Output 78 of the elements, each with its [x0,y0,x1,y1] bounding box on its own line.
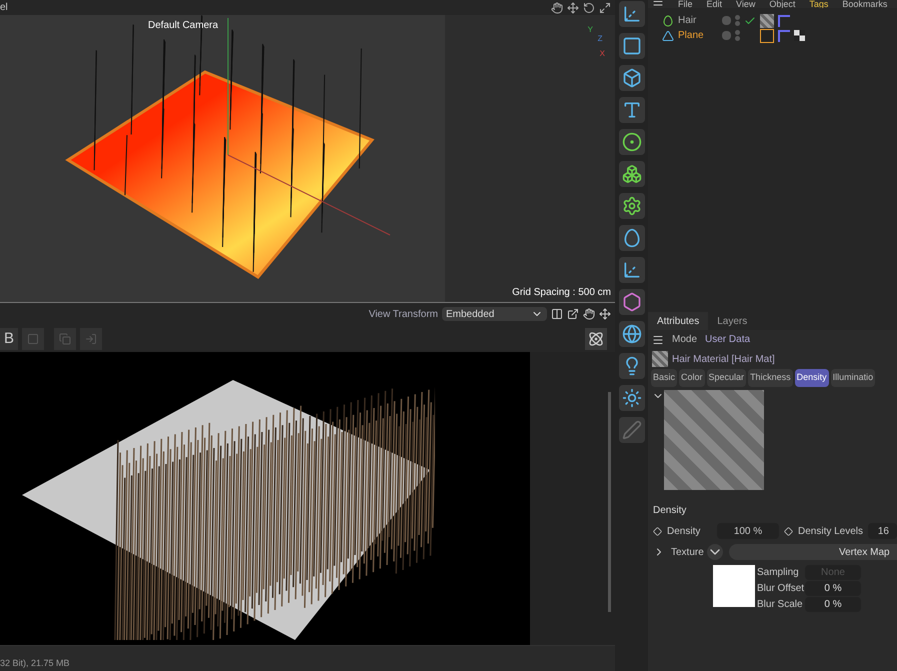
channel-tab[interactable]: Specular [706,369,746,387]
panel-tab[interactable]: Layers [708,312,756,330]
channel-tab[interactable]: Thickness [748,369,793,387]
material-tag-icon[interactable] [760,14,774,28]
axis-label: X [598,48,605,58]
view-transform-label: View Transform [368,308,438,322]
text-icon[interactable] [618,97,644,123]
plane-object-icon[interactable] [662,30,674,42]
menu-item[interactable]: File [678,0,693,8]
viewport-title: el [0,1,8,15]
view-transform-dropdown[interactable]: Embedded [442,307,547,321]
field-label: Blur Offset [757,582,805,596]
hair-object-icon[interactable] [662,14,674,26]
maximize-icon[interactable] [599,2,611,14]
field-label: Texture [671,546,701,560]
move-icon[interactable] [599,308,611,320]
checker-tag-icon[interactable] [794,30,805,41]
texture-field[interactable]: 0 % [805,581,861,596]
atom-icon[interactable] [585,328,607,350]
panel-tab[interactable]: Attributes [648,312,708,330]
density-field[interactable]: 100 % [717,523,779,539]
channel-tab[interactable]: Illuminatio [830,369,876,387]
shape-icon[interactable] [618,289,644,315]
grid-spacing-label: Grid Spacing : 500 cm [512,285,611,300]
channel-tab[interactable]: Basic [651,369,678,387]
material-icon [652,351,668,367]
axis-label: Y [588,25,594,34]
visibility-dots-icon[interactable] [735,30,740,41]
camera-label: Default Camera [148,19,218,33]
texture-tag-icon[interactable] [760,28,774,42]
axis-icon[interactable] [618,1,644,27]
object-name[interactable]: Hair [678,13,718,28]
texture-field[interactable]: 0 % [805,597,861,612]
axis-label: Z [596,34,604,43]
menu-item[interactable]: Bookmarks [842,0,888,8]
flag-tag-icon[interactable] [778,30,790,42]
gear-icon[interactable] [618,193,644,219]
split-icon[interactable] [551,308,563,320]
field-label: Sampling [757,566,800,580]
texture-preview [713,565,755,607]
density-levels-field[interactable]: 16 [868,523,897,539]
external-icon[interactable] [567,308,579,320]
section-title: Density [653,504,688,518]
enabled-check-icon[interactable] [744,14,756,26]
keyframe-icon[interactable] [784,526,793,536]
rotate-icon[interactable] [583,2,595,14]
hand-icon[interactable] [583,308,595,320]
egg-icon[interactable] [618,225,644,251]
channel-tab[interactable]: Color [679,369,705,387]
status-text: 32 Bit), 21.75 MB [0,656,70,670]
menu-item[interactable]: Object [769,0,796,8]
menu-icon[interactable] [652,334,664,346]
flag-tag-icon[interactable] [778,14,790,26]
hand-icon[interactable] [551,2,563,14]
channel-tab[interactable]: Density [794,369,829,387]
menu-item[interactable]: Edit [706,0,722,8]
menu-item[interactable]: View [736,0,756,8]
mode-menu-item[interactable]: Mode [672,332,698,347]
field-label: Blur Scale [757,598,804,612]
move-icon[interactable] [567,2,579,14]
field-label: Density Levels [798,524,864,538]
globe-icon[interactable] [618,321,644,347]
mode-menu-item[interactable]: User Data [705,332,750,347]
visibility-dots-icon[interactable] [735,15,740,26]
light-icon[interactable] [618,385,644,411]
render-tool-button[interactable]: B [0,328,18,350]
cube-outline-icon[interactable] [618,33,644,59]
dropdown-icon[interactable] [707,544,723,560]
keyframe-icon[interactable] [653,526,662,536]
scrollbar[interactable] [608,392,611,612]
pen-icon[interactable] [618,417,644,443]
cubes-icon[interactable] [618,161,644,187]
field-label: Density [667,524,702,538]
vertex-map-button[interactable]: Vertex Map [729,544,897,560]
axis-icon[interactable] [618,257,644,283]
material-name: Hair Material [Hair Mat] [672,352,775,366]
cube-icon[interactable] [618,65,644,91]
object-name[interactable]: Plane [678,28,718,43]
